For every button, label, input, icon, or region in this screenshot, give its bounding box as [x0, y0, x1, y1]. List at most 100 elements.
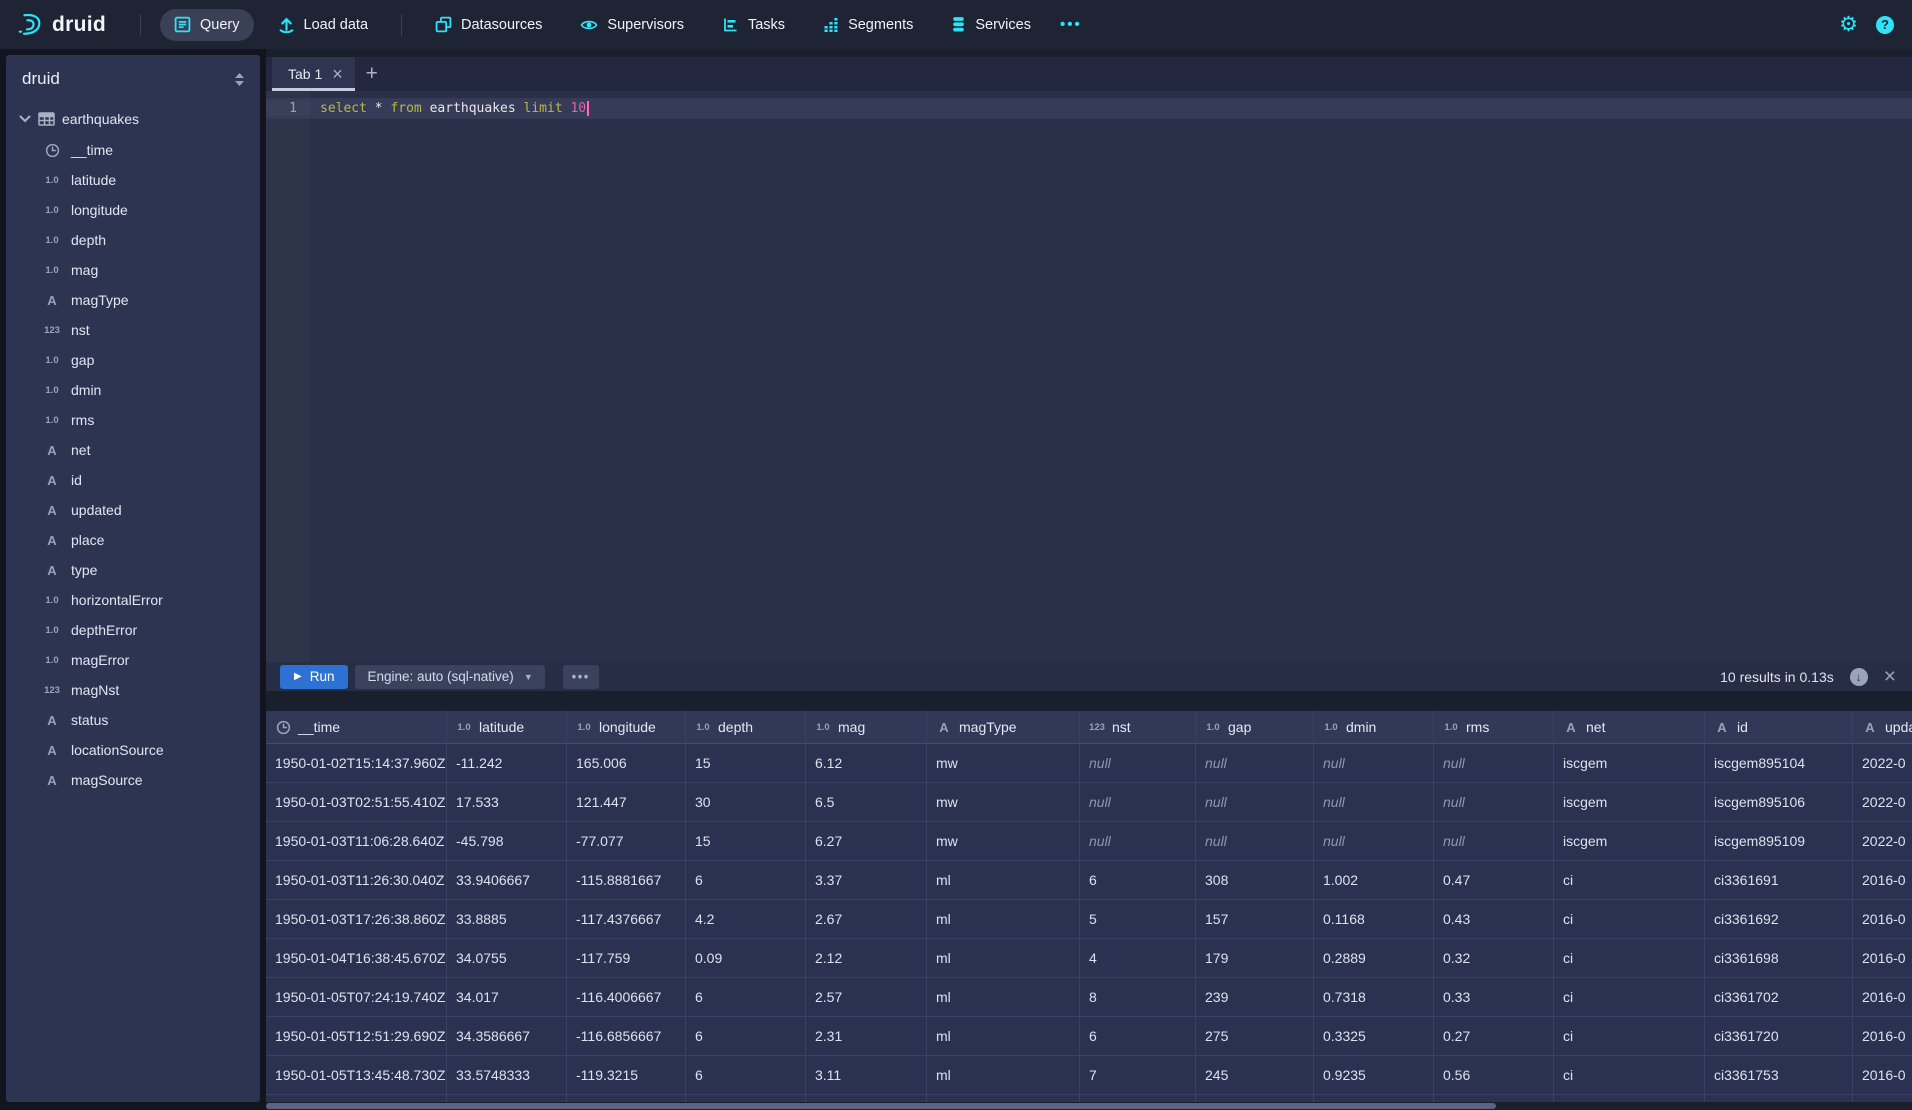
table-cell[interactable]: 34.3586667: [447, 1017, 567, 1056]
nav-item-query[interactable]: Query: [160, 9, 254, 41]
table-cell[interactable]: 0.47: [1434, 861, 1554, 900]
table-cell[interactable]: null: [1434, 822, 1554, 861]
table-cell[interactable]: 1950-01-02T15:14:37.960Z: [266, 744, 447, 783]
table-cell[interactable]: 33.8885: [447, 900, 567, 939]
table-cell[interactable]: 0.32: [1434, 939, 1554, 978]
column-header-magtype[interactable]: AmagType: [927, 711, 1080, 744]
table-cell[interactable]: null: [1314, 783, 1434, 822]
settings-gear-icon[interactable]: ⚙: [1839, 14, 1858, 35]
table-cell[interactable]: iscgem895109: [1705, 822, 1853, 861]
table-cell[interactable]: 2016-0: [1853, 1056, 1912, 1095]
table-cell[interactable]: ci3361753: [1705, 1056, 1853, 1095]
table-cell[interactable]: ml: [927, 861, 1080, 900]
sql-code[interactable]: select * from earthquakes limit 10: [310, 101, 589, 116]
table-cell[interactable]: 34.0755: [447, 939, 567, 978]
table-cell[interactable]: ci: [1554, 900, 1705, 939]
table-cell[interactable]: null: [1196, 783, 1314, 822]
table-cell[interactable]: 0.9235: [1314, 1056, 1434, 1095]
table-cell[interactable]: 0.7318: [1314, 978, 1434, 1017]
table-cell[interactable]: 4.2: [686, 900, 806, 939]
column-header-latitude[interactable]: 1.0latitude: [447, 711, 567, 744]
table-cell[interactable]: 1950-01-03T11:06:28.640Z: [266, 822, 447, 861]
table-cell[interactable]: iscgem: [1554, 822, 1705, 861]
table-cell[interactable]: iscgem: [1554, 783, 1705, 822]
table-cell[interactable]: 2.31: [806, 1017, 927, 1056]
run-button[interactable]: ▶ Run: [280, 665, 348, 689]
table-cell[interactable]: iscgem895106: [1705, 783, 1853, 822]
tree-column-id[interactable]: Aid: [6, 465, 260, 495]
table-cell[interactable]: 157: [1196, 900, 1314, 939]
table-cell[interactable]: ci: [1554, 1056, 1705, 1095]
table-cell[interactable]: 2022-0: [1853, 822, 1912, 861]
tree-column-mag[interactable]: 1.0mag: [6, 255, 260, 285]
table-cell[interactable]: mw: [927, 744, 1080, 783]
table-cell[interactable]: 30: [686, 783, 806, 822]
table-cell[interactable]: -11.242: [447, 744, 567, 783]
close-results-icon[interactable]: ×: [1884, 666, 1896, 687]
table-cell[interactable]: 0.1168: [1314, 900, 1434, 939]
table-cell[interactable]: 17.533: [447, 783, 567, 822]
table-cell[interactable]: null: [1080, 822, 1196, 861]
engine-select[interactable]: Engine: auto (sql-native) ▼: [355, 665, 544, 689]
table-cell[interactable]: 6: [686, 978, 806, 1017]
table-cell[interactable]: 15: [686, 822, 806, 861]
tree-column-deptherror[interactable]: 1.0depthError: [6, 615, 260, 645]
nav-item-supervisors[interactable]: Supervisors: [566, 9, 698, 41]
table-cell[interactable]: ci3361691: [1705, 861, 1853, 900]
tree-column-time[interactable]: __time: [6, 135, 260, 165]
tab-close-icon[interactable]: ×: [332, 65, 343, 83]
nav-item-segments[interactable]: Segments: [809, 9, 927, 41]
horizontal-scrollbar-thumb[interactable]: [266, 1103, 1496, 1109]
table-cell[interactable]: 1950-01-03T17:26:38.860Z: [266, 900, 447, 939]
column-header-updated[interactable]: Aupdated: [1853, 711, 1912, 744]
table-cell[interactable]: 165.006: [567, 744, 686, 783]
tree-column-place[interactable]: Aplace: [6, 525, 260, 555]
table-cell[interactable]: mw: [927, 822, 1080, 861]
tree-column-magnst[interactable]: 123magNst: [6, 675, 260, 705]
table-cell[interactable]: 6: [686, 861, 806, 900]
tab-1[interactable]: Tab 1 ×: [272, 57, 355, 91]
table-cell[interactable]: 2016-0: [1853, 978, 1912, 1017]
table-cell[interactable]: 8: [1080, 978, 1196, 1017]
nav-item-tasks[interactable]: Tasks: [708, 9, 799, 41]
table-cell[interactable]: 2022-0: [1853, 783, 1912, 822]
table-cell[interactable]: -115.8881667: [567, 861, 686, 900]
table-cell[interactable]: 6.5: [806, 783, 927, 822]
tree-column-type[interactable]: Atype: [6, 555, 260, 585]
table-cell[interactable]: ci: [1554, 939, 1705, 978]
table-cell[interactable]: 3.11: [806, 1056, 927, 1095]
table-cell[interactable]: ml: [927, 1017, 1080, 1056]
table-cell[interactable]: 1950-01-04T16:38:45.670Z: [266, 939, 447, 978]
column-header-mag[interactable]: 1.0mag: [806, 711, 927, 744]
table-cell[interactable]: 34.017: [447, 978, 567, 1017]
table-cell[interactable]: 275: [1196, 1017, 1314, 1056]
table-cell[interactable]: -116.4006667: [567, 978, 686, 1017]
run-more-button[interactable]: •••: [563, 665, 599, 689]
tree-column-gap[interactable]: 1.0gap: [6, 345, 260, 375]
table-cell[interactable]: null: [1080, 744, 1196, 783]
tree-column-net[interactable]: Anet: [6, 435, 260, 465]
datasource-row-earthquakes[interactable]: earthquakes: [6, 103, 260, 135]
tree-column-nst[interactable]: 123nst: [6, 315, 260, 345]
table-cell[interactable]: 5: [1080, 900, 1196, 939]
table-cell[interactable]: 2022-0: [1853, 744, 1912, 783]
table-cell[interactable]: null: [1080, 783, 1196, 822]
sort-icon[interactable]: [233, 72, 246, 87]
column-header-id[interactable]: Aid: [1705, 711, 1853, 744]
table-cell[interactable]: null: [1196, 744, 1314, 783]
tree-column-latitude[interactable]: 1.0latitude: [6, 165, 260, 195]
table-cell[interactable]: 6: [686, 1056, 806, 1095]
table-cell[interactable]: 0.43: [1434, 900, 1554, 939]
table-cell[interactable]: 4: [1080, 939, 1196, 978]
table-cell[interactable]: 2016-0: [1853, 900, 1912, 939]
table-cell[interactable]: mw: [927, 783, 1080, 822]
column-header-longitude[interactable]: 1.0longitude: [567, 711, 686, 744]
druid-logo[interactable]: druid: [0, 11, 126, 38]
table-cell[interactable]: 239: [1196, 978, 1314, 1017]
table-cell[interactable]: 3.37: [806, 861, 927, 900]
table-cell[interactable]: 1950-01-05T12:51:29.690Z: [266, 1017, 447, 1056]
table-cell[interactable]: 7: [1080, 1056, 1196, 1095]
tree-column-updated[interactable]: Aupdated: [6, 495, 260, 525]
tree-column-magerror[interactable]: 1.0magError: [6, 645, 260, 675]
table-cell[interactable]: 2016-0: [1853, 1017, 1912, 1056]
